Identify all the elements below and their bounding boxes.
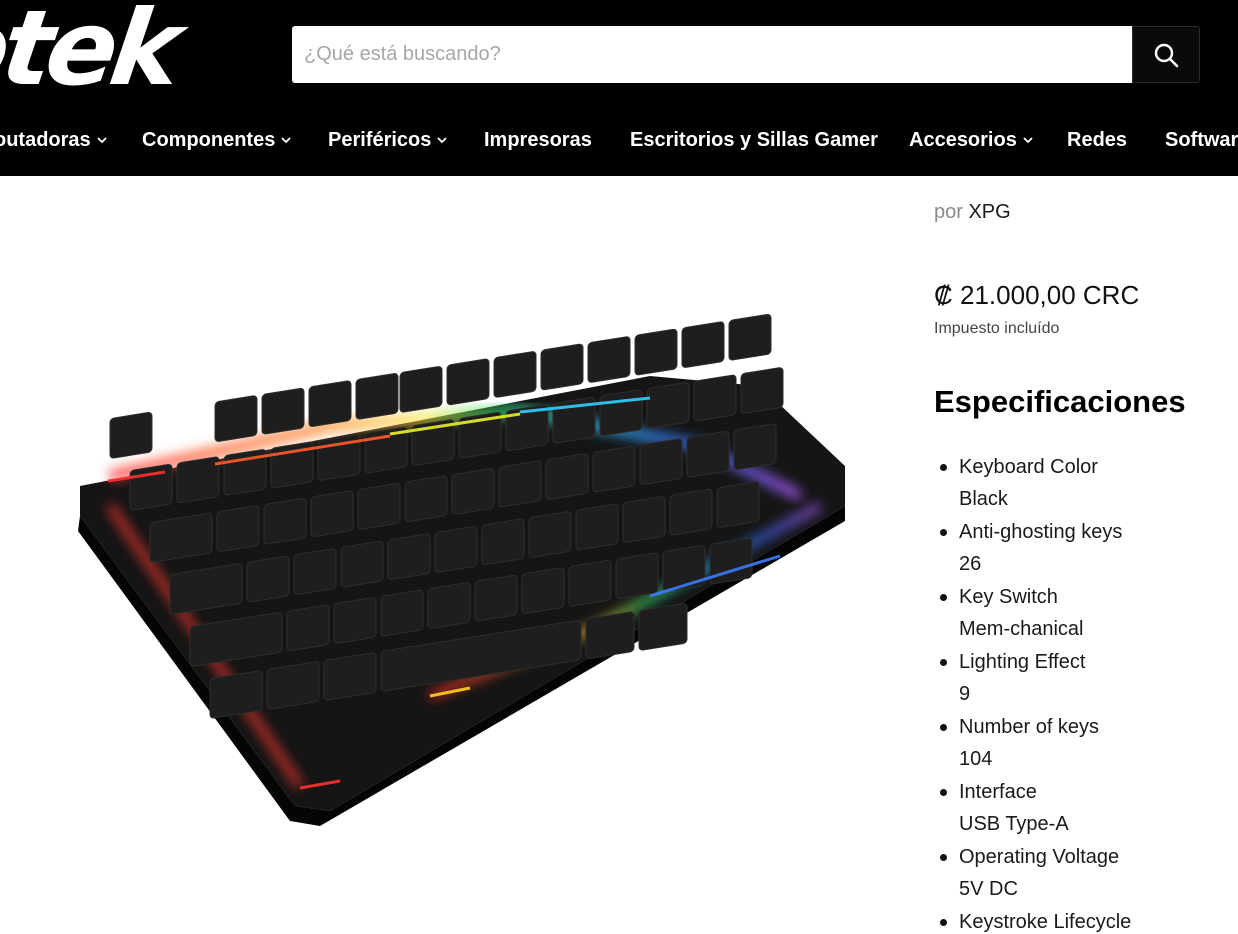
spec-name: Anti-ghosting keys [959,521,1123,543]
spec-item: Lighting Effect 9 [934,646,1234,710]
nav-item-perifericos[interactable]: Periféricos [328,118,448,162]
spec-name: Key Switch [959,586,1058,608]
spec-name: Operating Voltage [959,846,1120,868]
specs-heading: Especificaciones [934,384,1186,419]
nav-item-componentes[interactable]: Componentes [142,118,291,162]
spec-value: Black [959,488,1008,510]
vendor-prefix: por [934,201,963,223]
spec-value: 104 [959,748,993,770]
nav-item-label: Impresoras [484,128,592,151]
nav-item-label: Escritorios y Sillas Gamer [630,128,878,151]
site-logo[interactable]: otek [0,0,270,109]
nav-item-computadoras[interactable]: outadoras [0,118,107,162]
spec-value: 5V DC [959,878,1018,900]
logo-text: otek [0,0,184,109]
spec-value: Mem-chanical [959,618,1084,640]
product-image[interactable] [0,176,900,934]
product-info: por XPG ₡ 21.000,00 CRC Impuesto incluíd… [934,176,1238,934]
site-header: otek outadoras Componentes Periféricos I… [0,0,1238,176]
spec-item: Key Switch Mem-chanical [934,581,1234,645]
nav-item-label: Redes [1067,128,1128,151]
specs-list: Keyboard Color Black Anti-ghosting keys … [934,451,1234,934]
main-nav: outadoras Componentes Periféricos Impres… [0,118,1238,162]
nav-item-impresoras[interactable]: Impresoras [484,118,592,162]
nav-item-label: Periféricos [328,128,432,151]
product-vendor: por XPG [934,201,1011,224]
spec-name: Lighting Effect [959,651,1086,673]
nav-item-accesorios[interactable]: Accesorios [909,118,1033,162]
spec-item: Operating Voltage 5V DC [934,841,1234,905]
spec-item: Anti-ghosting keys 26 [934,516,1234,580]
nav-item-software[interactable]: Softwar [1165,118,1238,162]
keyboard-image [78,313,845,826]
chevron-down-icon [281,136,291,144]
spec-name: Keyboard Color [959,456,1098,478]
chevron-down-icon [1023,136,1033,144]
chevron-down-icon [97,136,107,144]
nav-item-escritorios[interactable]: Escritorios y Sillas Gamer [630,118,878,162]
search-input[interactable] [292,26,1132,83]
search-bar [292,26,1200,83]
search-button[interactable] [1132,26,1200,83]
tax-note: Impuesto incluído [934,320,1060,337]
spec-item: Interface USB Type-A [934,776,1234,840]
chevron-down-icon [437,136,448,144]
spec-name: Number of keys [959,716,1100,738]
spec-value: 9 [959,683,971,705]
nav-item-label: Softwar [1165,128,1238,151]
vendor-link[interactable]: XPG [968,201,1010,223]
spec-name: Interface [959,781,1037,803]
spec-item: Number of keys 104 [934,711,1234,775]
nav-item-label: outadoras [0,128,91,151]
spec-value: 26 [959,553,982,575]
spec-item: Keystroke Lifecycle [934,906,1234,934]
product-price: ₡ 21.000,00 CRC [934,280,1140,310]
nav-item-redes[interactable]: Redes [1067,118,1127,162]
spec-name: Keystroke Lifecycle [959,911,1132,933]
search-icon [1154,43,1179,67]
spec-value: USB Type-A [959,813,1069,835]
nav-item-label: Accesorios [909,128,1017,151]
nav-item-label: Componentes [142,128,276,151]
spec-item: Keyboard Color Black [934,451,1234,515]
